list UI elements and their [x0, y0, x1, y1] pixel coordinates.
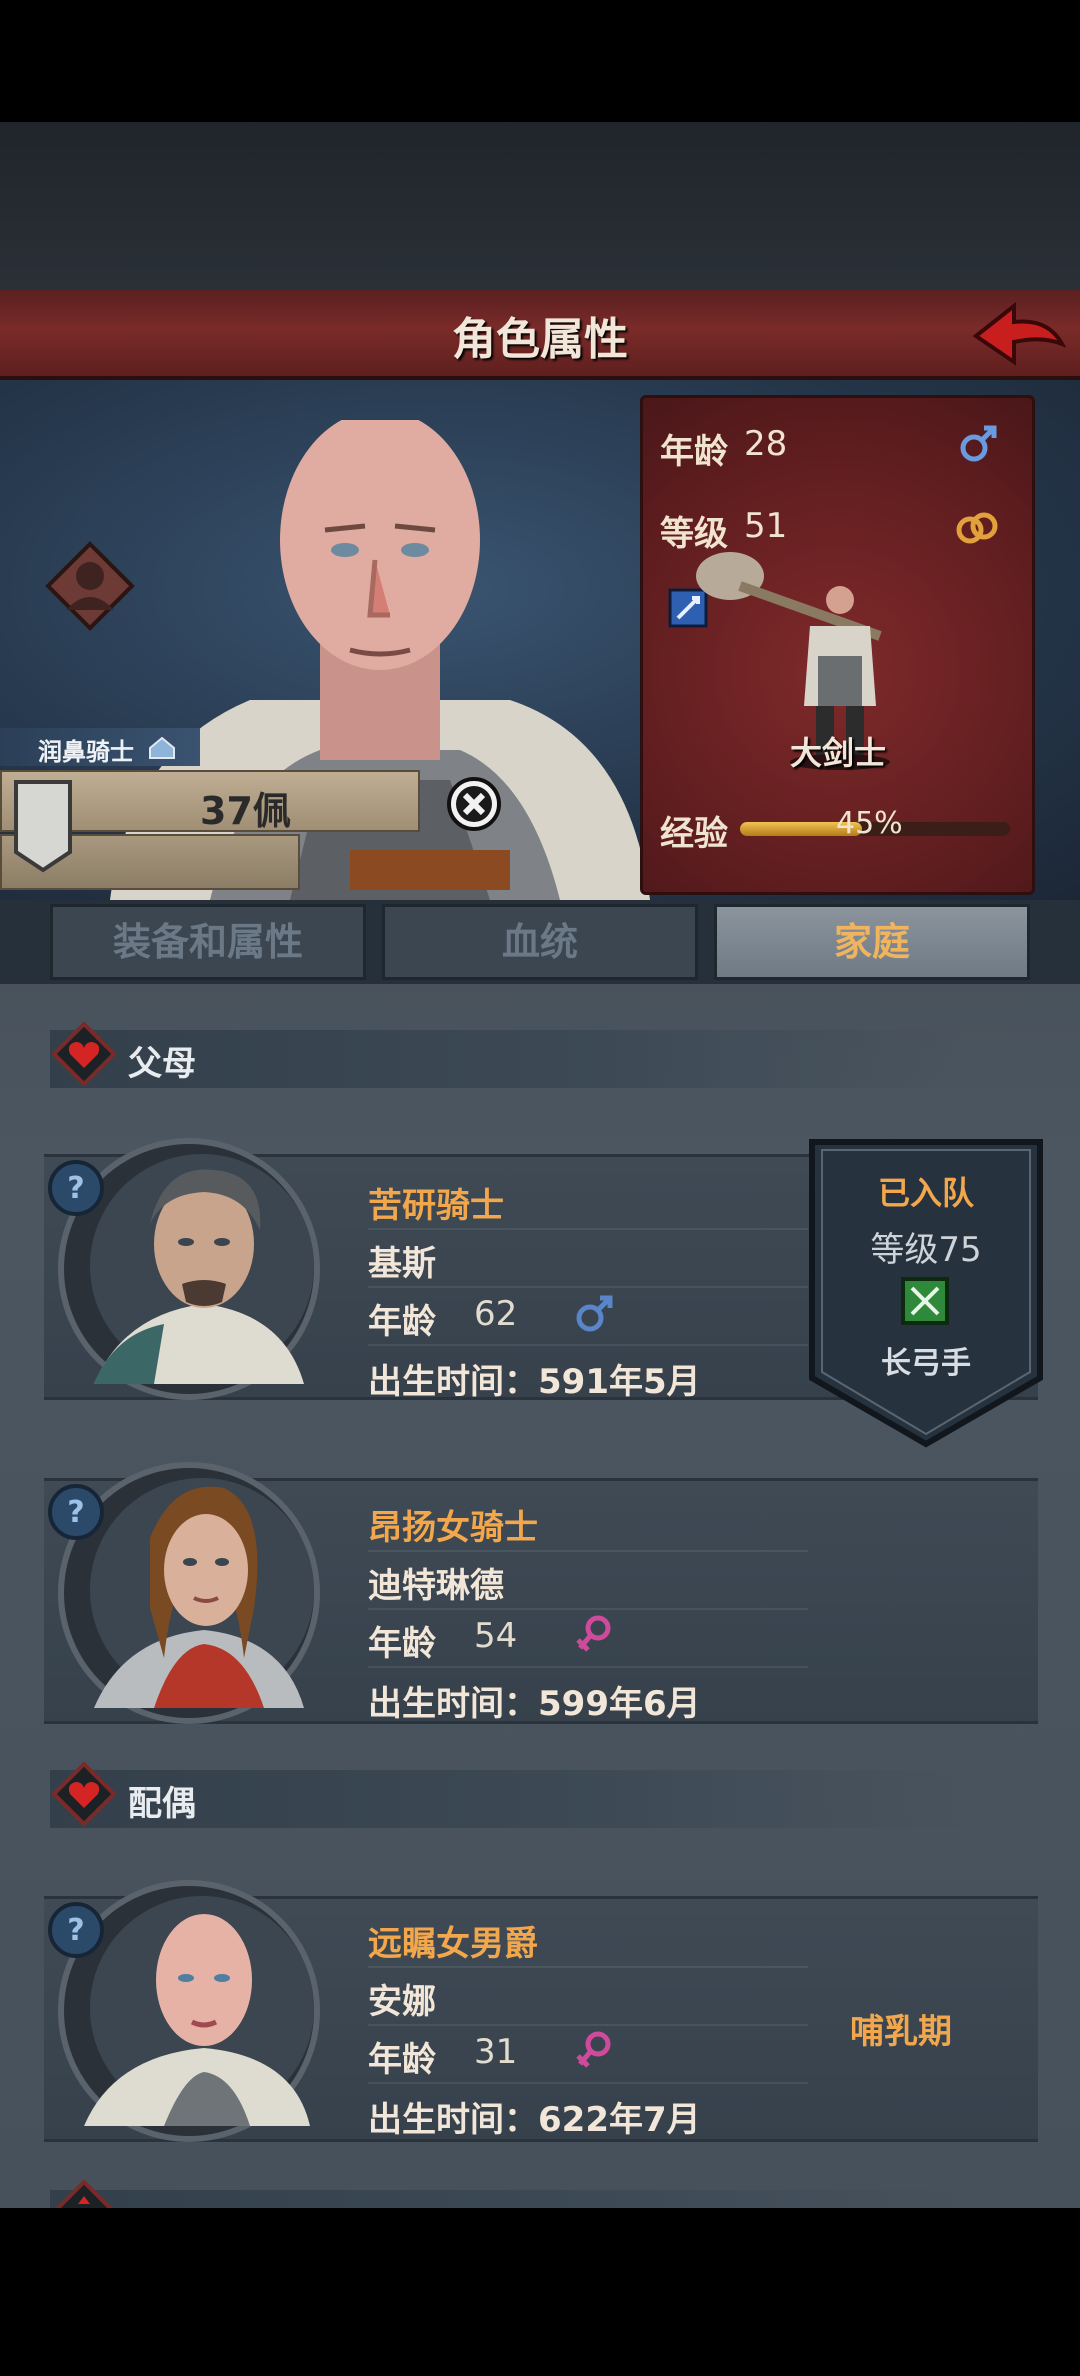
- divider: [368, 1228, 808, 1230]
- class-name: 大剑士: [790, 734, 887, 772]
- svg-text:?: ?: [67, 1495, 84, 1530]
- member-age-label: 年龄: [368, 1302, 436, 1342]
- ring-icon: [956, 512, 998, 544]
- help-icon[interactable]: ?: [46, 1158, 106, 1218]
- header-strip: [0, 122, 1080, 290]
- divider: [368, 2082, 808, 2084]
- age-label: 年龄: [660, 432, 728, 472]
- help-icon[interactable]: ?: [46, 1482, 106, 1542]
- member-age: 31: [474, 2032, 518, 2072]
- member-title: 苦研骑士: [368, 1186, 504, 1226]
- divider: [368, 1344, 808, 1346]
- divider: [368, 1286, 808, 1288]
- heart-icon: [52, 1762, 116, 1826]
- svg-text:?: ?: [67, 1913, 84, 1948]
- section-title-spouse: 配偶: [128, 1784, 196, 1824]
- section-header-children: [50, 2190, 970, 2208]
- member-title: 远瞩女男爵: [368, 1924, 538, 1964]
- house-icon: [149, 736, 175, 759]
- status-badge: 哺乳期: [850, 2012, 952, 2052]
- member-birth: 出生时间：622年7月: [368, 2100, 701, 2140]
- member-age: 54: [474, 1616, 518, 1656]
- member-age-label: 年龄: [368, 2040, 436, 2080]
- clan-icon[interactable]: [44, 540, 136, 632]
- section-title-parents: 父母: [128, 1044, 196, 1084]
- party-level: 等级75: [870, 1230, 982, 1270]
- divider: [368, 1550, 808, 1552]
- member-name: 基斯: [368, 1244, 436, 1284]
- back-arrow-icon[interactable]: [968, 296, 1068, 372]
- member-birth: 出生时间：599年6月: [368, 1684, 701, 1724]
- wage-value: 37佩: [200, 789, 291, 833]
- member-title: 昂扬女骑士: [368, 1508, 538, 1548]
- female-icon: [576, 2031, 611, 2068]
- page-title: 角色属性: [452, 314, 628, 365]
- age-value: 28: [744, 424, 788, 464]
- status-bar-area: [0, 0, 1080, 122]
- divider: [368, 1666, 808, 1668]
- party-class: 长弓手: [881, 1346, 971, 1381]
- heart-icon: [55, 2180, 113, 2208]
- tab-family[interactable]: 家庭: [714, 904, 1030, 980]
- tab-equipment[interactable]: 装备和属性: [50, 904, 366, 980]
- shield-icon: [14, 780, 72, 873]
- female-icon: [576, 1615, 611, 1652]
- help-icon[interactable]: ?: [46, 1900, 106, 1960]
- svg-text:?: ?: [67, 1171, 84, 1206]
- divider: [368, 1966, 808, 1968]
- male-icon: [576, 1295, 613, 1332]
- close-icon[interactable]: [446, 776, 502, 832]
- exp-percent: 45%: [836, 806, 903, 841]
- male-icon: [960, 425, 997, 462]
- tab-lineage[interactable]: 血统: [382, 904, 698, 980]
- nav-bar-area: [0, 2208, 1080, 2376]
- member-name: 迪特琳德: [368, 1566, 504, 1606]
- divider: [368, 1608, 808, 1610]
- member-age-label: 年龄: [368, 1624, 436, 1664]
- party-status: 已入队: [877, 1174, 974, 1212]
- noble-title: 润鼻骑士: [38, 738, 134, 766]
- bow-class-icon: [901, 1277, 949, 1325]
- divider: [368, 2024, 808, 2026]
- heart-icon: [52, 1022, 116, 1086]
- member-name: 安娜: [368, 1982, 436, 2022]
- member-birth: 出生时间：591年5月: [368, 1362, 701, 1402]
- exp-label: 经验: [660, 814, 728, 854]
- member-age: 62: [474, 1294, 518, 1334]
